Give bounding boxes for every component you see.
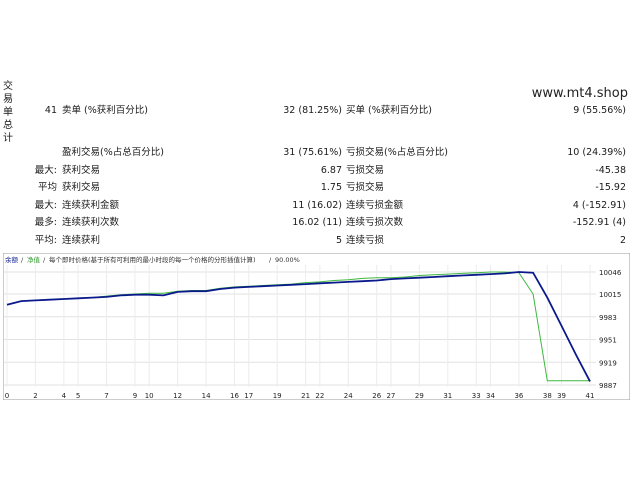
row-4-label: 最大: xyxy=(34,200,57,211)
row-2-metric-right: 亏损交易 xyxy=(346,165,385,176)
x-tick-label: 4 xyxy=(62,392,67,400)
row-4-value-left: 11 (16.02) xyxy=(292,200,342,211)
x-tick-label: 16 xyxy=(230,392,239,400)
row-5-value-right: -152.91 (4) xyxy=(572,217,626,228)
y-tick-label: 10015 xyxy=(599,291,621,299)
row-2-value-left: 6.87 xyxy=(320,165,342,176)
x-tick-label: 27 xyxy=(386,392,395,400)
row-2-value-right: -45.38 xyxy=(595,165,626,176)
x-tick-label: 34 xyxy=(486,392,495,400)
x-tick-label: 9 xyxy=(133,392,137,400)
legend-tick-model: 每个即时价格(基于所有可利用的最小时段的每一个价格的分形插值计算) xyxy=(49,255,256,264)
row-6-label: 平均: xyxy=(34,235,57,246)
row-3-value-left: 1.75 xyxy=(320,182,342,193)
y-tick-label: 9919 xyxy=(599,359,617,367)
row-4-metric-right: 连续亏损金额 xyxy=(346,200,404,211)
x-tick-label: 41 xyxy=(586,392,595,400)
x-tick-label: 22 xyxy=(315,392,324,400)
y-tick-label: 9951 xyxy=(599,337,617,345)
row-3-label: 平均 xyxy=(37,182,57,193)
x-tick-label: 31 xyxy=(443,392,452,400)
x-tick-label: 21 xyxy=(301,392,310,400)
x-tick-label: 24 xyxy=(344,392,353,400)
balance-chart: 余额 / 净值 / 每个即时价格(基于所有可利用的最小时段的每一个价格的分形插值… xyxy=(2,252,631,401)
x-tick-label: 12 xyxy=(173,392,182,400)
row-5-label: 最多: xyxy=(34,217,57,228)
row-6-value-right: 2 xyxy=(619,235,626,246)
x-tick-label: 39 xyxy=(557,392,566,400)
row-6-metric-left: 连续获利 xyxy=(62,235,101,246)
x-tick-label: 10 xyxy=(145,392,154,400)
row-1-value-left: 31 (75.61%) xyxy=(283,147,342,158)
x-tick-label: 2 xyxy=(33,392,37,400)
x-tick-label: 19 xyxy=(273,392,282,400)
x-tick-label: 17 xyxy=(244,392,253,400)
y-tick-label: 9983 xyxy=(599,314,617,322)
y-tick-label: 10046 xyxy=(599,269,622,277)
legend-equity: 净值 xyxy=(27,255,41,264)
row-6-value-left: 5 xyxy=(335,235,342,246)
x-tick-label: 0 xyxy=(5,392,9,400)
row-1-metric-right: 亏损交易(%占总百分比) xyxy=(346,147,448,158)
row-5-metric-left: 连续获利次数 xyxy=(62,217,120,228)
row-0-metric-right: 买单 (%获利百分比) xyxy=(346,105,432,116)
row-1-metric-left: 盈利交易(%占总百分比) xyxy=(62,147,164,158)
x-tick-label: 14 xyxy=(202,392,211,400)
chart-frame xyxy=(2,252,631,401)
x-tick-label: 36 xyxy=(514,392,523,400)
row-6-metric-right: 连续亏损 xyxy=(346,235,385,246)
section-title-vertical: 交 易 单 总 计 xyxy=(3,81,13,144)
row-1-value-right: 10 (24.39%) xyxy=(567,147,626,158)
x-tick-label: 26 xyxy=(372,392,381,400)
y-tick-label: 9887 xyxy=(599,382,617,390)
x-tick-label: 29 xyxy=(415,392,424,400)
x-tick-label: 5 xyxy=(76,392,80,400)
x-tick-label: 38 xyxy=(543,392,552,400)
x-tick-label: 7 xyxy=(104,392,108,400)
row-0-label: 41 xyxy=(44,105,57,116)
legend-quality: 90.00% xyxy=(275,256,300,264)
x-tick-label: 33 xyxy=(472,392,481,400)
top-blank-area xyxy=(0,0,640,80)
row-3-metric-left: 获利交易 xyxy=(62,182,101,193)
row-4-value-right: 4 (-152.91) xyxy=(572,200,626,211)
bottom-blank-area xyxy=(0,404,640,480)
row-3-metric-right: 亏损交易 xyxy=(346,182,385,193)
row-5-metric-right: 连续亏损次数 xyxy=(346,217,404,228)
row-5-value-left: 16.02 (11) xyxy=(292,217,342,228)
row-3-value-right: -15.92 xyxy=(595,182,626,193)
row-2-label: 最大: xyxy=(34,165,57,176)
row-0-metric-left: 卖单 (%获利百分比) xyxy=(62,105,148,116)
balance-chart-svg: 余额 / 净值 / 每个即时价格(基于所有可利用的最小时段的每一个价格的分形插值… xyxy=(2,252,631,401)
row-2-metric-left: 获利交易 xyxy=(62,165,101,176)
row-0-value-right: 9 (55.56%) xyxy=(573,105,626,116)
legend-balance: 余额 xyxy=(5,255,19,264)
row-0-value-left: 32 (81.25%) xyxy=(283,105,342,116)
watermark-text: www.mt4.shop xyxy=(531,86,628,101)
row-4-metric-left: 连续获利金额 xyxy=(62,200,120,211)
